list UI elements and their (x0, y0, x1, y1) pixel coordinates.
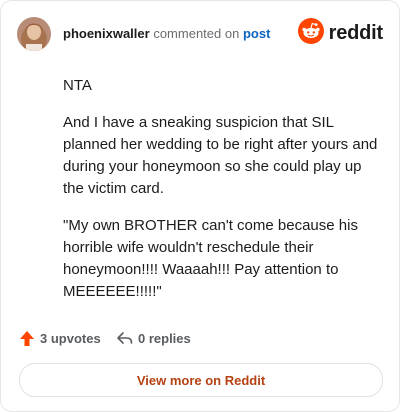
comment-body: NTA And I have a sneaking suspicion that… (63, 75, 381, 318)
reddit-logo[interactable]: reddit (297, 17, 384, 49)
upvote-count: 3 upvotes (40, 331, 101, 346)
post-link[interactable]: post (243, 26, 270, 41)
reddit-snoo-icon (297, 17, 324, 49)
commented-on-text: commented on (153, 26, 240, 41)
user-avatar[interactable] (17, 17, 51, 51)
upvote-arrow-icon (19, 330, 35, 347)
comment-embed-card: phoenixwaller commented on post reddit N… (0, 0, 400, 412)
reply-count: 0 replies (138, 330, 191, 346)
reply-button[interactable]: 0 replies (116, 330, 191, 346)
comment-meta: phoenixwaller commented on post (63, 26, 270, 42)
upvote-button[interactable]: 3 upvotes (19, 330, 101, 347)
comment-paragraph: "My own BROTHER can't come because his h… (63, 217, 358, 300)
comment-header: phoenixwaller commented on post reddit (17, 17, 383, 51)
view-more-on-reddit-button[interactable]: View more on Reddit (19, 363, 383, 397)
comment-paragraph: And I have a sneaking suspicion that SIL… (63, 114, 378, 197)
username-link[interactable]: phoenixwaller (63, 26, 150, 41)
reply-arrow-icon (116, 330, 133, 346)
comment-paragraph: NTA (63, 77, 92, 94)
reddit-wordmark: reddit (328, 21, 384, 44)
